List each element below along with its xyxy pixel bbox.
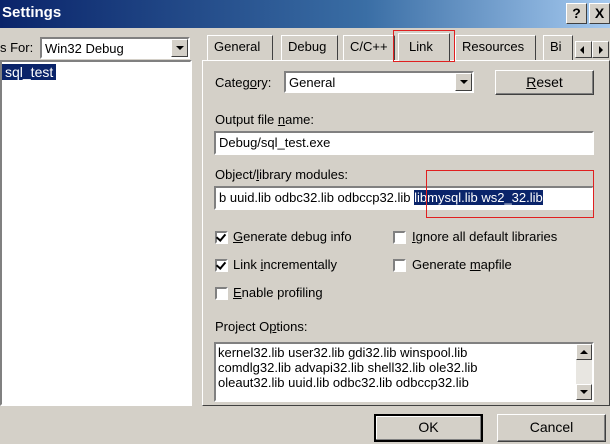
ignore-default-libs-label: Ignore all default libraries (412, 229, 558, 244)
tab-cpp[interactable]: C/C++ (343, 35, 395, 60)
title-bar (0, 0, 610, 28)
generate-mapfile-label: Generate mapfile (412, 257, 512, 272)
project-options-field[interactable]: kernel32.lib user32.lib gdi32.lib winspo… (214, 342, 594, 402)
modules-plain-text: b uuid.lib odbc32.lib odbccp32.lib (219, 190, 415, 205)
category-combo[interactable]: General (284, 71, 474, 93)
modules-selected-text: libmysql.lib ws2_32.lib (414, 190, 543, 205)
project-tree[interactable]: sql_test (0, 60, 192, 406)
generate-debug-info-label: Generate debug info (233, 229, 352, 244)
help-button[interactable]: ? (566, 3, 587, 24)
chevron-left-icon[interactable] (575, 41, 592, 58)
window-title: Settings (2, 4, 62, 21)
enable-profiling-checkbox[interactable] (215, 287, 228, 300)
output-file-field[interactable]: Debug/sql_test.exe (214, 131, 594, 155)
tab-general[interactable]: General (207, 35, 273, 60)
options-line: comdlg32.lib advapi32.lib shell32.lib ol… (218, 360, 478, 375)
tab-link[interactable]: Link (398, 33, 450, 62)
generate-mapfile-checkbox[interactable] (393, 259, 406, 272)
ok-button[interactable]: OK (374, 414, 483, 442)
project-options-label: Project Options: (215, 319, 308, 334)
settings-for-value: Win32 Debug (45, 41, 124, 56)
link-incrementally-label: Link incrementally (233, 257, 338, 272)
category-value: General (289, 75, 336, 90)
cancel-button[interactable]: Cancel (497, 414, 606, 442)
modules-field[interactable]: b uuid.lib odbc32.lib odbccp32.lib libmy… (214, 186, 594, 210)
reset-button[interactable]: Reset (495, 70, 594, 95)
scroll-up-icon[interactable] (576, 344, 592, 360)
category-label: Category: (215, 75, 272, 90)
link-incrementally-checkbox[interactable] (215, 259, 228, 272)
tab-debug[interactable]: Debug (281, 35, 338, 60)
scroll-down-icon[interactable] (576, 384, 592, 400)
settings-for-label: s For: (0, 40, 34, 55)
chevron-down-icon[interactable] (455, 73, 472, 91)
chevron-down-icon[interactable] (171, 39, 188, 57)
chevron-right-icon[interactable] (592, 41, 609, 58)
modules-label: Object/library modules: (215, 167, 348, 182)
options-line: kernel32.lib user32.lib gdi32.lib winspo… (218, 345, 468, 360)
generate-debug-info-checkbox[interactable] (215, 231, 228, 244)
settings-for-combo[interactable]: Win32 Debug (40, 37, 190, 59)
ignore-default-libs-checkbox[interactable] (393, 231, 406, 244)
output-file-label: Output file name: (215, 112, 315, 127)
close-button[interactable]: X (589, 3, 610, 24)
options-scrollbar[interactable] (576, 344, 592, 400)
tree-item-sql-test[interactable]: sql_test (2, 64, 57, 80)
options-line: oleaut32.lib uuid.lib odbc32.lib odbccp3… (218, 375, 469, 390)
project-options-text: kernel32.lib user32.lib gdi32.lib winspo… (218, 345, 477, 390)
enable-profiling-label: Enable profiling (233, 285, 323, 300)
tab-resources[interactable]: Resources (455, 35, 536, 60)
tab-browse[interactable]: Bi (543, 35, 573, 60)
